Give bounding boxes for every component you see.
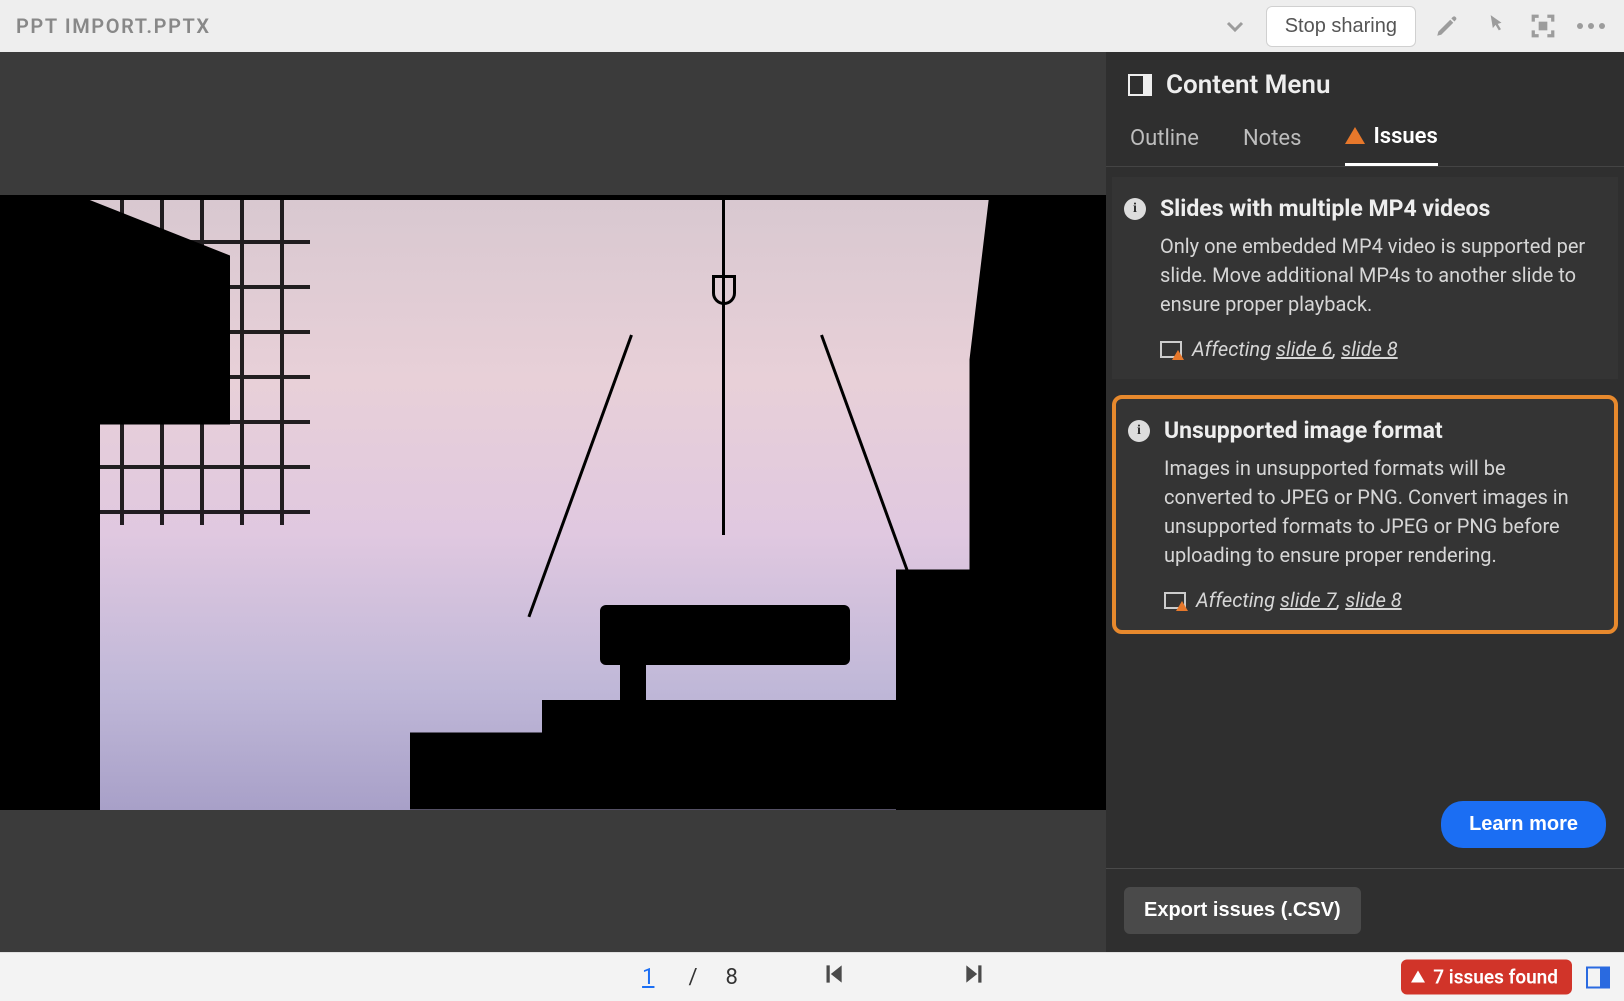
affecting-text: Affecting slide 7, slide 8 (1196, 588, 1402, 612)
current-slide[interactable] (0, 195, 1106, 810)
issue-affecting: Affecting slide 6, slide 8 (1160, 337, 1596, 361)
tab-notes[interactable]: Notes (1243, 124, 1301, 166)
pager: 1 / 8 (636, 961, 988, 993)
page-current[interactable]: 1 (636, 965, 660, 990)
affected-slide-link[interactable]: slide 6 (1276, 337, 1332, 361)
panel-footer: Export issues (.CSV) (1106, 868, 1624, 952)
silhouette (0, 195, 310, 525)
silhouette (712, 275, 736, 305)
learn-more-button[interactable]: Learn more (1441, 801, 1606, 848)
issue-affecting: Affecting slide 7, slide 8 (1164, 588, 1592, 612)
issue-title: Slides with multiple MP4 videos (1160, 195, 1596, 222)
issues-list[interactable]: i Slides with multiple MP4 videos Only one… (1106, 167, 1624, 795)
panel-tabs: Outline Notes Issues (1106, 110, 1624, 167)
affected-slide-link[interactable]: slide 7 (1280, 588, 1336, 612)
silhouette (722, 195, 725, 535)
silhouette (620, 640, 646, 700)
bottom-bar: 1 / 8 7 issues found (0, 952, 1624, 1001)
panel-title: Content Menu (1166, 70, 1330, 100)
issue-description: Only one embedded MP4 video is supported… (1160, 232, 1596, 319)
learn-more-row: Learn more (1106, 795, 1624, 868)
affected-slide-link[interactable]: slide 8 (1341, 337, 1397, 361)
page-total: 8 (726, 965, 738, 990)
issue-body: Unsupported image format Images in unsupp… (1164, 417, 1592, 612)
export-issues-button[interactable]: Export issues (.CSV) (1124, 887, 1361, 934)
page-sep: / (688, 965, 697, 990)
issues-found-label: 7 issues found (1433, 966, 1558, 989)
content-menu-panel: Content Menu Outline Notes Issues i Slide… (1106, 52, 1624, 952)
tab-issues-label: Issues (1373, 124, 1437, 149)
silhouette (58, 675, 68, 810)
next-slide-button[interactable] (962, 961, 988, 993)
main-area: Content Menu Outline Notes Issues i Slide… (0, 52, 1624, 952)
panel-header: Content Menu (1106, 52, 1624, 110)
pen-icon[interactable] (1430, 9, 1464, 43)
affected-slide-link[interactable]: slide 8 (1345, 588, 1401, 612)
panel-icon (1128, 74, 1152, 96)
fullscreen-icon[interactable] (1526, 9, 1560, 43)
info-icon: i (1128, 420, 1150, 442)
tab-outline[interactable]: Outline (1130, 124, 1199, 166)
tab-issues[interactable]: Issues (1345, 124, 1437, 166)
issues-found-badge[interactable]: 7 issues found (1401, 960, 1572, 995)
stop-sharing-button[interactable]: Stop sharing (1266, 6, 1416, 47)
top-toolbar: PPT IMPORT.PPTX Stop sharing (0, 0, 1624, 52)
slide-warning-icon (1160, 341, 1182, 358)
prev-slide-button[interactable] (820, 961, 846, 993)
status-area: 7 issues found (1401, 960, 1610, 995)
issue-card[interactable]: i Unsupported image format Images in unsup… (1112, 395, 1618, 634)
issue-card[interactable]: i Slides with multiple MP4 videos Only one… (1112, 177, 1618, 379)
issue-title: Unsupported image format (1164, 417, 1592, 444)
slide-stage (0, 52, 1106, 952)
silhouette (88, 595, 98, 810)
chevron-down-icon[interactable] (1218, 9, 1252, 43)
warning-icon (1345, 127, 1365, 144)
warning-icon (1411, 970, 1425, 982)
document-title: PPT IMPORT.PPTX (16, 14, 1204, 38)
toggle-panel-button[interactable] (1586, 966, 1610, 988)
more-icon[interactable] (1574, 9, 1608, 43)
info-icon: i (1124, 198, 1146, 220)
pointer-icon[interactable] (1478, 9, 1512, 43)
slide-warning-icon (1164, 592, 1186, 609)
issue-body: Slides with multiple MP4 videos Only one … (1160, 195, 1596, 361)
issue-description: Images in unsupported formats will be co… (1164, 454, 1592, 570)
affecting-text: Affecting slide 6, slide 8 (1192, 337, 1398, 361)
